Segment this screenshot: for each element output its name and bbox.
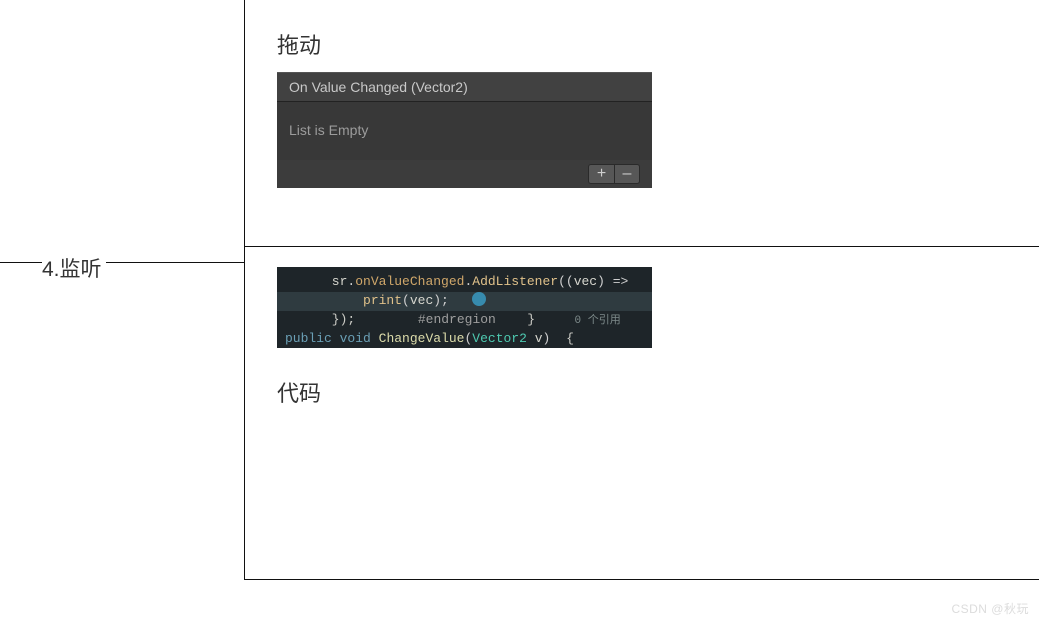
right-column: 拖动 On Value Changed (Vector2) List is Em… bbox=[245, 0, 1039, 580]
code-line-4: }); bbox=[277, 312, 355, 327]
code-panel: sr.onValueChanged.AddListener((vec) => {… bbox=[277, 267, 652, 348]
left-cell: 4.监听 bbox=[0, 0, 245, 580]
document-layout: 4.监听 拖动 On Value Changed (Vector2) List … bbox=[0, 0, 1039, 580]
cursor-badge-icon bbox=[472, 292, 486, 306]
add-button[interactable]: + bbox=[588, 164, 614, 184]
code-line-ref: 0 个引用 bbox=[567, 312, 621, 327]
code-line-5: #endregion bbox=[363, 312, 496, 327]
code-line-2: { bbox=[636, 274, 652, 289]
code-line-6: } bbox=[504, 312, 535, 327]
inspector-empty-text: List is Empty bbox=[277, 102, 652, 160]
inspector-header: On Value Changed (Vector2) bbox=[277, 72, 652, 102]
code-line-8: public void ChangeValue(Vector2 v) bbox=[277, 331, 550, 346]
remove-button[interactable]: – bbox=[614, 164, 640, 184]
watermark: CSDN @秋玩 bbox=[951, 600, 1029, 617]
code-line-1: sr.onValueChanged.AddListener((vec) => bbox=[277, 274, 628, 289]
code-line-blank bbox=[543, 312, 559, 327]
code-line-9: { bbox=[558, 331, 574, 346]
inspector-footer: + – bbox=[277, 160, 652, 188]
inspector-panel: On Value Changed (Vector2) List is Empty… bbox=[277, 72, 652, 188]
bottom-cell: sr.onValueChanged.AddListener((vec) => {… bbox=[245, 247, 1039, 580]
top-cell: 拖动 On Value Changed (Vector2) List is Em… bbox=[245, 0, 1039, 247]
code-line-3-highlight: print(vec); bbox=[277, 292, 652, 311]
bottom-cell-title: 代码 bbox=[277, 376, 1039, 408]
left-label: 4.监听 bbox=[42, 253, 106, 283]
top-cell-title: 拖动 bbox=[277, 28, 1039, 60]
left-cell-top bbox=[0, 0, 244, 263]
